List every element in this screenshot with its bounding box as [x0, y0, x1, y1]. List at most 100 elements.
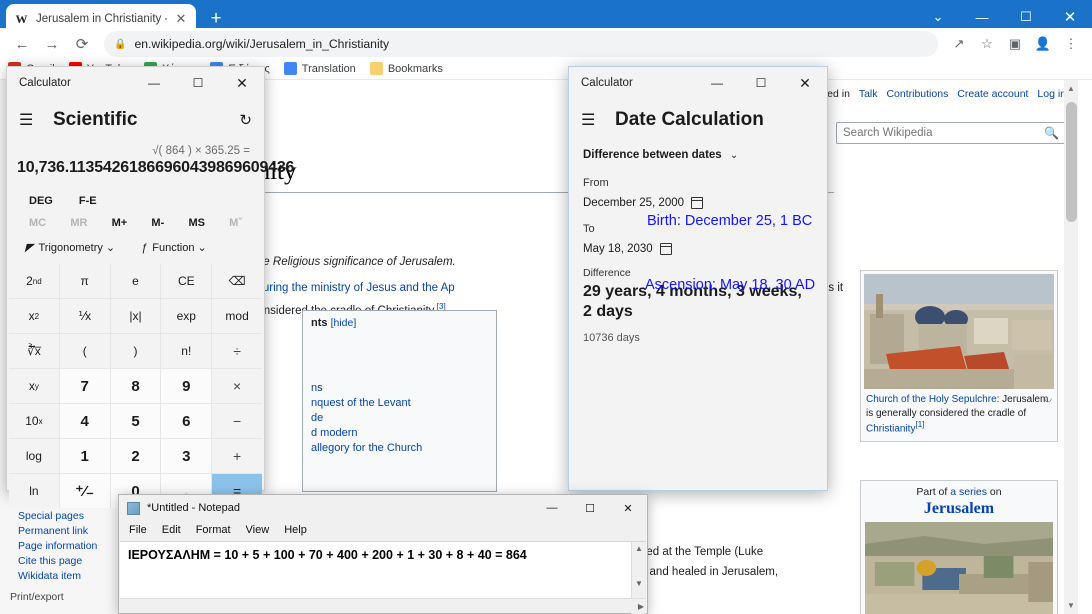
calc-key-[interactable]: ×: [212, 369, 262, 403]
series-link[interactable]: a series: [950, 486, 987, 498]
calc-key-[interactable]: π: [59, 264, 110, 298]
notepad-text-area[interactable]: ΙΕΡΟΥΣΑΛΗΜ = 10 + 5 + 100 + 70 + 400 + 2…: [120, 541, 646, 614]
minimize-button[interactable]: —: [695, 67, 739, 99]
toc-item[interactable]: allegory for the Church: [311, 442, 488, 454]
calc-key-x[interactable]: ∛̅x̅: [9, 334, 59, 368]
church-of-the-holy-sepulchre-photo[interactable]: [864, 274, 1054, 389]
address-bar[interactable]: 🔒 en.wikipedia.org/wiki/Jerusalem_in_Chr…: [104, 31, 938, 57]
share-icon[interactable]: ↗: [946, 31, 972, 57]
memory-add-button[interactable]: M+: [112, 217, 128, 229]
calc-key-2[interactable]: 2nd: [9, 264, 59, 298]
series-title[interactable]: Jerusalem: [865, 500, 1053, 518]
calc-key-ln[interactable]: ln: [9, 474, 59, 508]
calculator-date-title-bar[interactable]: Calculator — ☐ ✕: [569, 67, 827, 99]
sidebar-item-page-information[interactable]: Page information: [0, 538, 122, 553]
calc-key-1[interactable]: 1: [59, 439, 110, 473]
sidebar-item-wikidata-item[interactable]: Wikidata item: [0, 568, 122, 583]
toc-item[interactable]: nquest of the Levant: [311, 397, 488, 409]
minimize-button[interactable]: —: [533, 495, 571, 521]
calc-key-10[interactable]: 10 x: [9, 404, 59, 438]
sidebar-item-permanent-link[interactable]: Permanent link: [0, 523, 122, 538]
calc-key-[interactable]: ⁺⁄₋: [59, 474, 110, 508]
scrollbar-thumb[interactable]: [1066, 102, 1077, 222]
hamburger-icon[interactable]: ☰: [581, 110, 605, 130]
calc-key-log[interactable]: log: [9, 439, 59, 473]
calc-key-[interactable]: ÷: [212, 334, 262, 368]
calc-key-6[interactable]: 6: [161, 404, 212, 438]
calc-key-x[interactable]: ⅟x: [59, 299, 110, 333]
enlarge-icon[interactable]: ◡: [1044, 392, 1052, 404]
wikipedia-search-box[interactable]: 🔍: [836, 122, 1066, 144]
calc-key-x[interactable]: |x|: [110, 299, 161, 333]
caption-link-church[interactable]: Church of the Holy Sepulchre: [866, 394, 997, 405]
maximize-button[interactable]: ☐: [176, 67, 220, 99]
calc-key-[interactable]: −: [212, 404, 262, 438]
menu-file[interactable]: File: [129, 524, 147, 536]
maximize-button[interactable]: ☐: [571, 495, 609, 521]
calendar-icon[interactable]: [691, 197, 704, 209]
toc-hide-link[interactable]: [hide]: [331, 317, 357, 329]
close-icon[interactable]: ✕: [174, 11, 188, 27]
scroll-down-icon[interactable]: ▼: [1066, 601, 1076, 610]
memory-subtract-button[interactable]: M-: [151, 217, 164, 229]
toc-item[interactable]: ns: [311, 382, 488, 394]
calc-key-[interactable]: ⌫: [212, 264, 262, 298]
memory-store-button[interactable]: MS: [188, 217, 205, 229]
calculator-scientific-window[interactable]: Calculator — ☐ ✕ ☰ Scientific ↻ √( 864 )…: [6, 66, 294, 508]
reload-icon[interactable]: ⟳: [68, 30, 96, 58]
calc-key-4[interactable]: 4: [59, 404, 110, 438]
calc-key-8[interactable]: 8: [110, 369, 161, 403]
calc-key-n[interactable]: n!: [161, 334, 212, 368]
notepad-horizontal-scrollbar[interactable]: ▶: [120, 598, 646, 613]
minimize-button[interactable]: —: [132, 67, 176, 99]
bookmark-item-translation[interactable]: Translation: [283, 62, 356, 75]
scroll-down-icon[interactable]: ▼: [632, 579, 646, 588]
calc-key-9[interactable]: 9: [161, 369, 212, 403]
function-dropdown[interactable]: ƒ Function ⌄: [141, 241, 207, 254]
notepad-title-bar[interactable]: *Untitled - Notepad — ☐ ✕: [119, 495, 647, 521]
search-icon[interactable]: 🔍: [1044, 126, 1059, 140]
scroll-up-icon[interactable]: ▲: [1066, 84, 1076, 93]
deg-toggle[interactable]: DEG: [29, 195, 53, 207]
calc-key-CE[interactable]: CE: [161, 264, 212, 298]
nav-create-account[interactable]: Create account: [957, 88, 1028, 100]
toc-item[interactable]: de: [311, 412, 488, 424]
calc-key-e[interactable]: e: [110, 264, 161, 298]
history-icon[interactable]: ↻: [239, 111, 252, 129]
close-button[interactable]: ✕: [609, 495, 647, 521]
close-button[interactable]: ✕: [783, 67, 827, 99]
sidebar-item-cite-this-page[interactable]: Cite this page: [0, 553, 122, 568]
bookmark-folder[interactable]: Bookmarks: [369, 62, 443, 75]
calc-key-exp[interactable]: exp: [161, 299, 212, 333]
to-date-field[interactable]: May 18, 2030: [583, 235, 813, 255]
forward-icon[interactable]: →: [38, 30, 66, 58]
menu-edit[interactable]: Edit: [162, 524, 181, 536]
notepad-window[interactable]: *Untitled - Notepad — ☐ ✕ File Edit Form…: [118, 494, 648, 614]
menu-format[interactable]: Format: [196, 524, 231, 536]
hamburger-icon[interactable]: ☰: [19, 110, 43, 130]
back-icon[interactable]: ←: [8, 30, 36, 58]
side-panel-icon[interactable]: ▣: [1002, 31, 1028, 57]
nav-contributions[interactable]: Contributions: [886, 88, 948, 100]
sidebar-item-special-pages[interactable]: Special pages: [0, 508, 122, 523]
toc-item[interactable]: d modern: [311, 427, 488, 439]
close-button[interactable]: ✕: [220, 67, 264, 99]
page-scrollbar[interactable]: ▲ ▼: [1064, 80, 1078, 614]
bookmark-star-icon[interactable]: ☆: [974, 31, 1000, 57]
calendar-icon[interactable]: [659, 243, 672, 255]
calc-key-[interactable]: +: [212, 439, 262, 473]
scroll-up-icon[interactable]: ▲: [632, 544, 646, 553]
calculator-title-bar[interactable]: Calculator — ☐ ✕: [7, 67, 264, 99]
menu-help[interactable]: Help: [284, 524, 307, 536]
search-input[interactable]: [843, 127, 1045, 139]
fe-toggle[interactable]: F-E: [79, 195, 97, 207]
calc-key-3[interactable]: 3: [161, 439, 212, 473]
trigonometry-dropdown[interactable]: ◤ Trigonometry ⌄: [25, 241, 115, 254]
difference-mode-select[interactable]: Difference between dates ⌄: [583, 139, 813, 163]
maximize-button[interactable]: ☐: [739, 67, 783, 99]
calc-key-mod[interactable]: mod: [212, 299, 262, 333]
calc-key-x[interactable]: x2: [9, 299, 59, 333]
calc-key-5[interactable]: 5: [110, 404, 161, 438]
nav-talk[interactable]: Talk: [859, 88, 878, 100]
calc-key-7[interactable]: 7: [59, 369, 110, 403]
